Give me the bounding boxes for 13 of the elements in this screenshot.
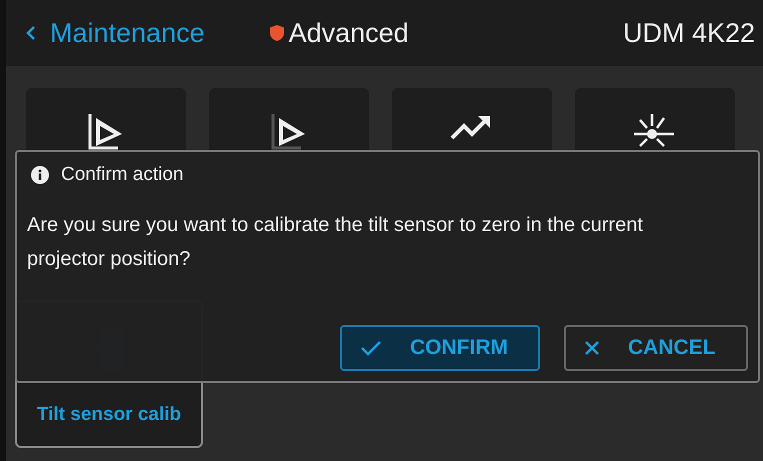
checkmark-icon	[360, 340, 382, 356]
dialog-message: Are you sure you want to calibrate the tilt sensor to zero in the current projector position?	[27, 213, 644, 272]
chevron-left-icon	[26, 25, 36, 41]
shield-icon	[268, 24, 285, 42]
close-icon	[584, 340, 600, 356]
device-name: UDM 4K22	[622, 18, 755, 48]
dialog-title: Confirm action	[61, 164, 184, 186]
access-level: Advanced	[288, 18, 409, 48]
tile-label: Tilt sensor calib	[36, 404, 182, 426]
back-button[interactable]: Maintenance	[26, 18, 205, 48]
info-icon	[31, 166, 49, 184]
confirm-button[interactable]: CONFIRM	[340, 325, 540, 371]
cancel-button[interactable]: CANCEL	[564, 325, 748, 371]
